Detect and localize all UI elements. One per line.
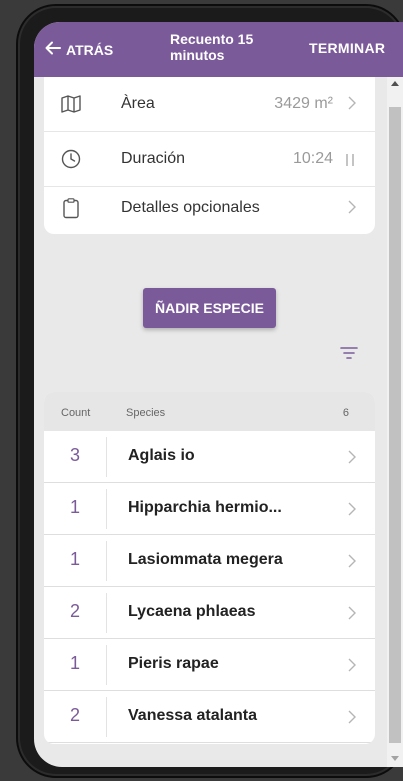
species-count: 2 bbox=[69, 601, 80, 621]
divider bbox=[106, 593, 107, 633]
arrow-left-icon bbox=[44, 39, 62, 60]
species-count: 1 bbox=[69, 549, 80, 569]
chevron-right-icon bbox=[347, 448, 357, 466]
chevron-right-icon bbox=[347, 604, 357, 622]
divider bbox=[106, 645, 107, 685]
clipboard-icon bbox=[60, 197, 82, 219]
species-row[interactable]: 1 Pieris rapae bbox=[44, 639, 375, 691]
chevron-right-icon bbox=[347, 656, 357, 674]
species-name: Pieris rapae bbox=[128, 655, 219, 672]
divider bbox=[106, 437, 107, 477]
species-list-header: Count Species 6 bbox=[44, 392, 375, 431]
back-button[interactable]: ATRÁS bbox=[44, 39, 113, 60]
add-species-button[interactable]: ÑADIR ESPECIE bbox=[143, 288, 276, 328]
scroll-down-arrow-icon[interactable] bbox=[391, 756, 399, 761]
species-count: 2 bbox=[69, 705, 80, 725]
species-name: Aglais io bbox=[128, 447, 195, 464]
duration-value: 10:24 bbox=[292, 150, 333, 167]
species-list: Count Species 6 3 Aglais io 1 Hipparchia… bbox=[44, 392, 375, 744]
page-title: Recuento 15 minutos bbox=[170, 31, 254, 63]
area-label: Àrea bbox=[121, 95, 155, 112]
species-count: 1 bbox=[69, 497, 80, 517]
chevron-right-icon bbox=[347, 198, 357, 216]
species-name: Lasiommata megera bbox=[128, 551, 283, 568]
count-column-header: Count bbox=[61, 407, 91, 419]
optional-details-row[interactable]: Detalles opcionales bbox=[44, 181, 375, 235]
chevron-right-icon bbox=[347, 500, 357, 518]
species-name: Vanessa atalanta bbox=[128, 707, 257, 724]
area-value: 3429 m² bbox=[274, 95, 333, 112]
area-row[interactable]: Àrea 3429 m² bbox=[44, 77, 375, 131]
species-name: Hipparchia hermio... bbox=[128, 499, 282, 516]
filter-icon[interactable] bbox=[340, 346, 358, 360]
pause-icon[interactable] bbox=[345, 153, 355, 167]
species-row[interactable]: 2 Vanessa atalanta bbox=[44, 691, 375, 743]
chevron-right-icon bbox=[347, 708, 357, 726]
species-row[interactable]: 1 Lasiommata megera bbox=[44, 535, 375, 587]
species-row[interactable]: 2 Lycaena phlaeas bbox=[44, 587, 375, 639]
optional-details-label: Detalles opcionales bbox=[121, 199, 260, 216]
species-count: 1 bbox=[69, 653, 80, 673]
divider bbox=[106, 697, 107, 737]
chevron-right-icon bbox=[347, 552, 357, 570]
details-card: Àrea 3429 m² Duración 10:24 Detalles opc… bbox=[44, 77, 375, 234]
divider bbox=[106, 541, 107, 581]
species-count: 3 bbox=[69, 445, 80, 465]
app-bar: ATRÁS Recuento 15 minutos TERMINAR bbox=[34, 22, 403, 77]
chevron-right-icon bbox=[347, 94, 357, 112]
duration-row[interactable]: Duración 10:24 bbox=[44, 132, 375, 186]
species-column-header: Species bbox=[126, 407, 166, 419]
finish-button[interactable]: TERMINAR bbox=[309, 40, 385, 56]
species-total-count: 6 bbox=[342, 407, 349, 419]
scrollbar[interactable] bbox=[387, 77, 403, 767]
duration-label: Duración bbox=[121, 150, 186, 167]
clock-icon bbox=[60, 148, 82, 170]
species-row[interactable]: 3 Aglais io bbox=[44, 431, 375, 483]
scroll-up-arrow-icon[interactable] bbox=[391, 81, 399, 86]
app-screen: ATRÁS Recuento 15 minutos TERMINAR Àrea … bbox=[34, 22, 403, 767]
species-name: Lycaena phlaeas bbox=[128, 603, 256, 620]
species-row[interactable]: 1 Hipparchia hermio... bbox=[44, 483, 375, 535]
back-label: ATRÁS bbox=[66, 41, 114, 58]
scroll-thumb[interactable] bbox=[389, 107, 401, 743]
map-icon bbox=[60, 93, 82, 115]
divider bbox=[106, 489, 107, 529]
